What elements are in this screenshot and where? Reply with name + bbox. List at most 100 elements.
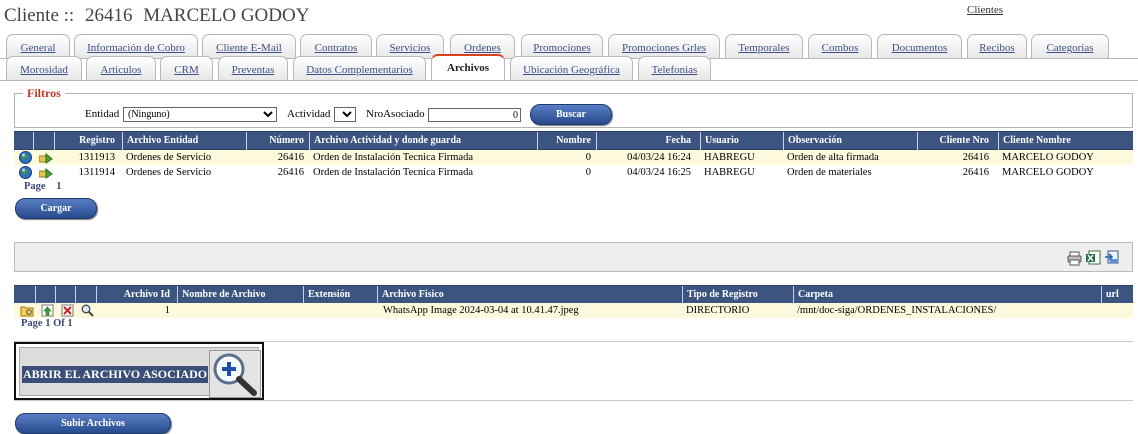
cell-registro: 1311914 <box>78 167 115 178</box>
records-pager: Page 1 <box>24 181 61 192</box>
print-icon[interactable] <box>1067 251 1082 266</box>
tabs-divider-2 <box>0 80 1138 81</box>
open-file-zoom-button[interactable] <box>209 350 261 398</box>
upload-icon[interactable] <box>41 304 54 317</box>
tab-morosidad[interactable]: Morosidad <box>6 56 82 80</box>
records-col-observacion[interactable]: Observación <box>783 132 917 150</box>
tab-articulos[interactable]: Articulos <box>86 56 156 80</box>
cell-fecha: 04/03/24 16:25 <box>627 167 691 178</box>
tab-promociones-grles[interactable]: Promociones Grles <box>608 34 720 58</box>
files-col-archivo-fisico[interactable]: Archivo Fisico <box>377 286 680 304</box>
files-col-nombre-archivo[interactable]: Nombre de Archivo <box>177 286 301 304</box>
cell-carpeta: /mnt/doc-siga/ORDENES_INSTALACIONES/ <box>797 305 997 316</box>
tab-preventas[interactable]: Preventas <box>218 56 288 80</box>
cell-archivo-actividad: Orden de Instalación Tecnica Firmada <box>313 167 474 178</box>
records-col-icon1 <box>14 132 33 150</box>
cell-tipo-registro: DIRECTORIO <box>686 305 750 316</box>
load-button[interactable]: Cargar <box>15 198 97 219</box>
actividad-label: Actividad <box>287 108 331 120</box>
tab-promociones[interactable]: Promociones <box>521 34 603 58</box>
files-col-extension[interactable]: Extensión <box>303 286 375 304</box>
clientes-link[interactable]: Clientes <box>967 4 1003 16</box>
upload-files-button[interactable]: Subir Archivos <box>15 413 171 434</box>
records-col-cliente-nro[interactable]: Cliente Nro <box>917 132 993 150</box>
cell-cliente-nro: 26416 <box>962 167 989 178</box>
cell-archivo-actividad: Orden de Instalación Tecnica Firmada <box>313 152 474 163</box>
tab-informacion-de-cobro[interactable]: Información de Cobro <box>74 34 198 58</box>
tab-categorias[interactable]: Categorias <box>1031 34 1109 58</box>
cell-cliente-nro: 26416 <box>962 152 989 163</box>
arrow-icon[interactable] <box>39 168 53 179</box>
tab-cliente-email[interactable]: Cliente E-Mail <box>202 34 296 58</box>
tab-temporales[interactable]: Temporales <box>725 34 803 58</box>
records-col-archivo-actividad[interactable]: Archivo Actividad y donde guarda <box>309 132 537 150</box>
delete-icon[interactable] <box>61 304 74 317</box>
divider <box>14 400 1133 401</box>
tab-archivos[interactable]: Archivos <box>431 54 505 80</box>
filters-legend: Filtros <box>27 86 61 100</box>
tab-documentos[interactable]: Documentos <box>877 34 962 58</box>
records-col-fecha[interactable]: Fecha <box>596 132 695 150</box>
files-col-carpeta[interactable]: Carpeta <box>793 286 1098 304</box>
tab-contratos[interactable]: Contratos <box>300 34 372 58</box>
cell-cliente-nombre: MARCELO GODOY <box>1002 152 1094 163</box>
records-col-cliente-nombre[interactable]: Cliente Nombre <box>998 132 1133 150</box>
arrow-icon[interactable] <box>39 153 53 164</box>
open-file-label[interactable]: ABRIR EL ARCHIVO ASOCIADO <box>22 366 209 383</box>
globe-icon[interactable] <box>19 166 32 179</box>
tab-ubicacion-geografica[interactable]: Ubicación Geográfica <box>510 56 633 80</box>
cell-fecha: 04/03/24 16:24 <box>627 152 691 163</box>
files-table-header: Archivo Id Nombre de Archivo Extensión A… <box>14 285 1133 304</box>
client-id: 26416 <box>84 5 133 26</box>
tab-combos[interactable]: Combos <box>808 34 872 58</box>
open-folder-icon[interactable] <box>20 304 34 317</box>
cell-observacion: Orden de materiales <box>787 167 872 178</box>
nro-asociado-input[interactable] <box>428 108 521 122</box>
cell-numero: 26416 <box>277 152 304 163</box>
zoom-in-icon[interactable] <box>210 351 260 397</box>
files-col-tipo-registro[interactable]: Tipo de Registro <box>682 286 790 304</box>
records-col-usuario[interactable]: Usuario <box>700 132 777 150</box>
entidad-select[interactable]: (Ninguno) <box>123 107 277 122</box>
client-name: MARCELO GODOY <box>143 5 310 26</box>
export-toolbar <box>14 242 1133 272</box>
nro-asociado-label: NroAsociado <box>366 108 425 120</box>
records-col-numero[interactable]: Número <box>246 132 308 150</box>
globe-icon[interactable] <box>19 151 32 164</box>
files-col-icon2 <box>35 286 55 304</box>
records-col-nombre[interactable]: Nombre <box>537 132 595 150</box>
tab-datos-complementarios[interactable]: Datos Complementarios <box>293 56 426 80</box>
cell-numero: 26416 <box>277 167 304 178</box>
tab-general[interactable]: General <box>6 34 70 58</box>
files-col-icon3 <box>55 286 75 304</box>
entidad-label: Entidad <box>85 108 120 120</box>
files-col-icon4 <box>75 286 96 304</box>
open-file-panel: ABRIR EL ARCHIVO ASOCIADO <box>14 342 264 400</box>
records-table-header: Registro Archivo Entidad Número Archivo … <box>14 131 1133 150</box>
records-pager-number[interactable]: 1 <box>56 181 61 192</box>
file-row[interactable]: 1 WhatsApp Image 2024-03-04 at 10.41.47.… <box>14 303 1133 318</box>
export-icon[interactable] <box>1104 250 1119 265</box>
cell-cliente-nombre: MARCELO GODOY <box>1002 167 1094 178</box>
files-col-url[interactable]: url <box>1101 286 1133 304</box>
cell-nombre: 0 <box>585 167 591 178</box>
open-file-inner[interactable]: ABRIR EL ARCHIVO ASOCIADO <box>19 347 261 398</box>
excel-export-icon[interactable] <box>1086 250 1101 265</box>
records-col-archivo-entidad[interactable]: Archivo Entidad <box>122 132 246 150</box>
files-pager: Page 1 Of 1 <box>21 318 73 329</box>
files-col-archivo-id[interactable]: Archivo Id <box>96 286 174 304</box>
records-col-registro[interactable]: Registro <box>54 132 119 150</box>
magnifier-icon[interactable] <box>81 304 94 317</box>
table-row[interactable]: 1311914 Ordenes de Servicio 26416 Orden … <box>14 165 1133 180</box>
cell-registro: 1311913 <box>78 152 115 163</box>
table-row[interactable]: 1311913 Ordenes de Servicio 26416 Orden … <box>14 150 1133 165</box>
tab-recibos[interactable]: Recibos <box>967 34 1027 58</box>
cell-archivo-entidad: Ordenes de Servicio <box>126 152 212 163</box>
cell-nombre: 0 <box>585 152 591 163</box>
title-prefix: Cliente :: <box>4 5 75 26</box>
tab-telefonias[interactable]: Telefonias <box>638 56 711 80</box>
cell-usuario: HABREGU <box>704 152 755 163</box>
actividad-select[interactable] <box>334 107 356 122</box>
tab-crm[interactable]: CRM <box>160 56 213 80</box>
search-button[interactable]: Buscar <box>530 104 612 125</box>
